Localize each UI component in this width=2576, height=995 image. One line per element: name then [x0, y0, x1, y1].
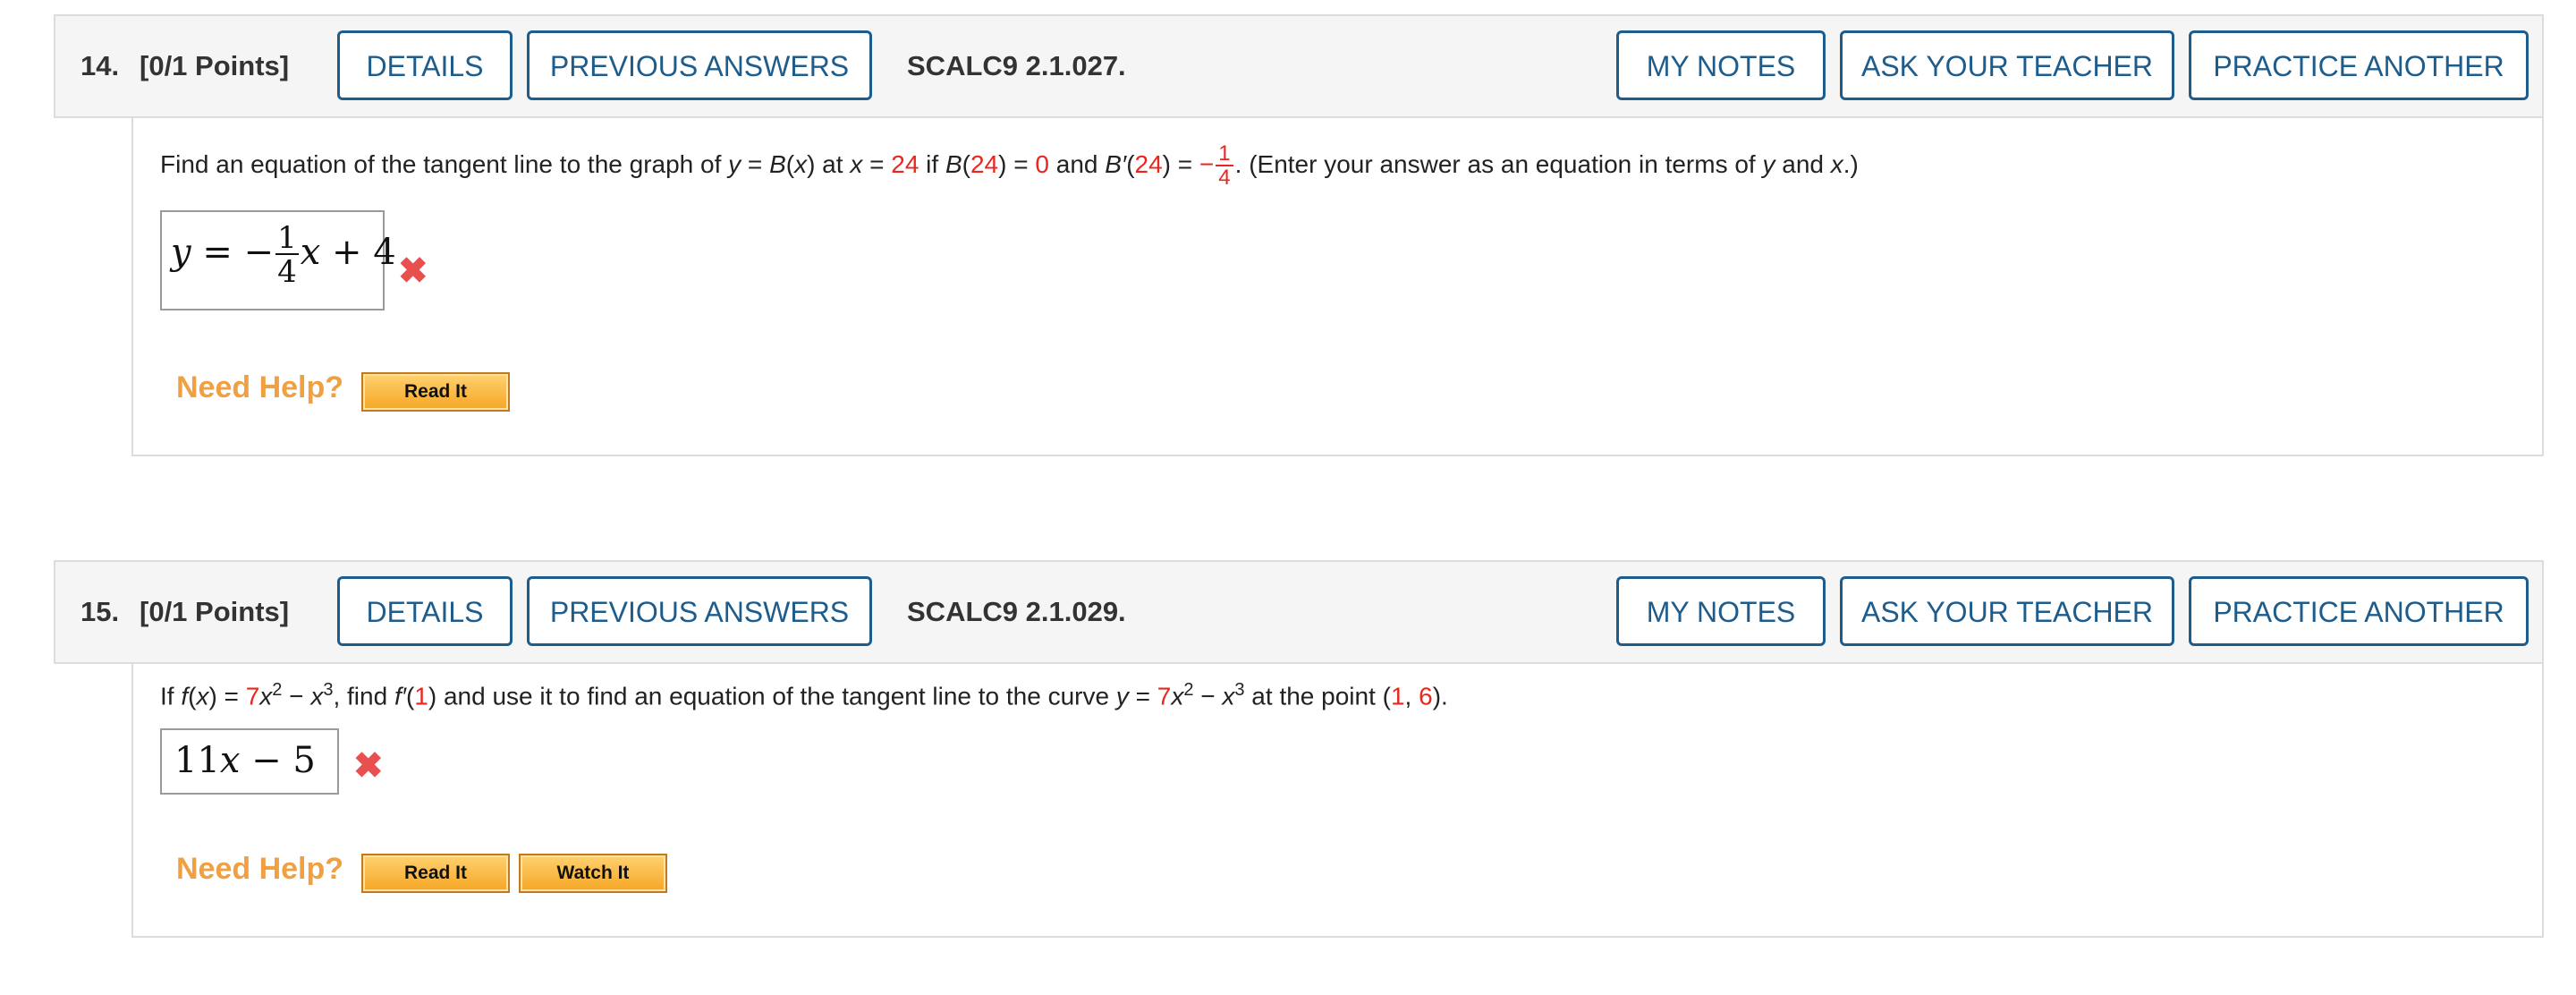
- details-button[interactable]: DETAILS: [337, 576, 513, 646]
- practice-another-button[interactable]: PRACTICE ANOTHER: [2189, 576, 2529, 646]
- given-value: 1: [1390, 682, 1405, 710]
- previous-answers-button[interactable]: PREVIOUS ANSWERS: [527, 30, 872, 100]
- question-number: 15.: [80, 596, 120, 627]
- answer-field[interactable]: y = −1 4 x + 4: [160, 210, 396, 310]
- question-points: [0/1 Points]: [140, 596, 290, 627]
- practice-another-button[interactable]: PRACTICE ANOTHER: [2189, 30, 2529, 100]
- ask-your-teacher-button[interactable]: ASK YOUR TEACHER: [1840, 30, 2174, 100]
- question-body: If f(x) = 7x2 − x3, find f′(1) and use i…: [131, 664, 2544, 938]
- my-notes-button[interactable]: MY NOTES: [1616, 30, 1826, 100]
- previous-answers-button[interactable]: PREVIOUS ANSWERS: [527, 576, 872, 646]
- question-header: 15. [0/1 Points] DETAILS PREVIOUS ANSWER…: [54, 560, 2544, 664]
- details-button[interactable]: DETAILS: [337, 30, 513, 100]
- given-fraction: 14: [1216, 143, 1233, 189]
- question-code: SCALC9 2.1.029.: [907, 596, 1126, 627]
- watch-it-button[interactable]: Watch It: [519, 854, 667, 893]
- ask-your-teacher-button[interactable]: ASK YOUR TEACHER: [1840, 576, 2174, 646]
- question-prompt: Find an equation of the tangent line to …: [160, 141, 1859, 190]
- my-notes-button[interactable]: MY NOTES: [1616, 576, 1826, 646]
- need-help-label: Need Help?: [176, 370, 344, 404]
- answer-field[interactable]: 11x − 5: [160, 728, 339, 795]
- question-code: SCALC9 2.1.027.: [907, 50, 1126, 81]
- given-value: 6: [1419, 682, 1433, 710]
- question-prompt: If f(x) = 7x2 − x3, find f′(1) and use i…: [160, 680, 1448, 710]
- given-value: 7: [1157, 682, 1172, 710]
- given-value: 24: [970, 149, 999, 178]
- given-value: 7: [245, 682, 260, 710]
- x-mark-icon: ✖: [398, 251, 428, 291]
- question-body: Find an equation of the tangent line to …: [131, 118, 2544, 456]
- question-points: [0/1 Points]: [140, 50, 290, 81]
- given-value: 1: [414, 682, 428, 710]
- question-number: 14.: [80, 50, 120, 81]
- need-help-label: Need Help?: [176, 852, 344, 886]
- read-it-button[interactable]: Read It: [361, 854, 510, 893]
- given-value: 0: [1035, 149, 1049, 178]
- given-value: 24: [1134, 149, 1163, 178]
- x-mark-icon: ✖: [353, 746, 384, 786]
- given-value: 24: [891, 149, 919, 178]
- question-header: 14. [0/1 Points] DETAILS PREVIOUS ANSWER…: [54, 14, 2544, 118]
- read-it-button[interactable]: Read It: [361, 372, 510, 412]
